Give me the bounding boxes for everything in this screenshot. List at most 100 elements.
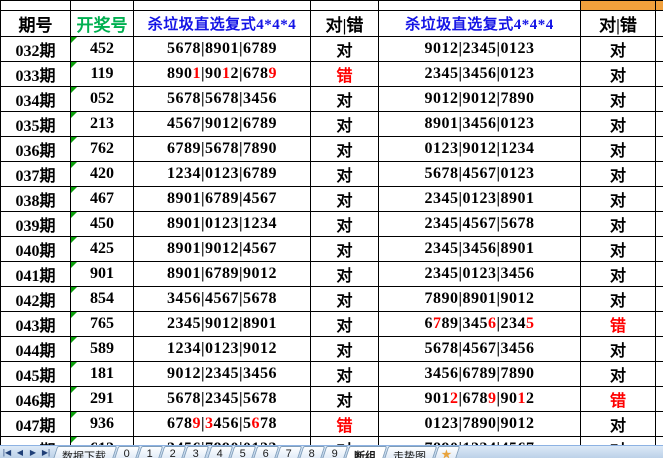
formula-cell-1[interactable]: 5678|8901|6789 [134, 37, 311, 62]
winning-number-cell[interactable]: 119 [71, 62, 134, 87]
formula-cell-2[interactable]: 9012|6789|9012 [379, 387, 581, 412]
sheet-tab-断组[interactable]: 断组 [343, 446, 387, 458]
result-cell-1[interactable]: 错 [311, 62, 379, 87]
formula-cell-1[interactable]: 6789|3456|5678 [134, 412, 311, 437]
result-cell-2[interactable]: 对 [581, 137, 656, 162]
spacer-cell[interactable] [134, 1, 311, 11]
winning-number-cell[interactable]: 854 [71, 287, 134, 312]
winning-number-cell[interactable]: 589 [71, 337, 134, 362]
extra-cell[interactable] [656, 187, 663, 212]
period-cell[interactable]: 044期 [1, 337, 71, 362]
period-cell[interactable]: 043期 [1, 312, 71, 337]
formula-cell-2[interactable]: 0123|7890|9012 [379, 412, 581, 437]
period-cell[interactable]: 038期 [1, 187, 71, 212]
sheet-tab-3[interactable]: 3 [181, 446, 210, 458]
result-cell-2[interactable]: 错 [581, 312, 656, 337]
period-cell[interactable]: 033期 [1, 62, 71, 87]
extra-cell[interactable] [656, 362, 663, 387]
extra-cell[interactable] [656, 212, 663, 237]
result-cell-1[interactable]: 对 [311, 312, 379, 337]
result-cell-1[interactable]: 对 [311, 112, 379, 137]
result-cell-1[interactable]: 对 [311, 162, 379, 187]
winning-number-cell[interactable]: 181 [71, 362, 134, 387]
period-cell[interactable]: 046期 [1, 387, 71, 412]
period-cell[interactable]: 034期 [1, 87, 71, 112]
formula-cell-2[interactable]: 2345|4567|5678 [379, 212, 581, 237]
formula-cell-2[interactable]: 0123|9012|1234 [379, 137, 581, 162]
period-cell[interactable]: 040期 [1, 237, 71, 262]
winning-number-cell[interactable]: 291 [71, 387, 134, 412]
formula-cell-2[interactable]: 2345|0123|8901 [379, 187, 581, 212]
winning-number-cell[interactable]: 425 [71, 237, 134, 262]
result-cell-1[interactable]: 对 [311, 237, 379, 262]
result-cell-2[interactable]: 对 [581, 62, 656, 87]
sheet-tab-走势图[interactable]: 走势图 [382, 446, 437, 458]
spacer-cell-orange[interactable] [656, 1, 663, 11]
formula-cell-1[interactable]: 8901|6789|9012 [134, 262, 311, 287]
result-cell-1[interactable]: 对 [311, 387, 379, 412]
header-result-2[interactable]: 对|错 [581, 11, 656, 37]
formula-cell-2[interactable]: 2345|3456|0123 [379, 62, 581, 87]
extra-cell[interactable] [656, 137, 663, 162]
result-cell-2[interactable]: 对 [581, 187, 656, 212]
spacer-cell[interactable] [1, 1, 71, 11]
formula-cell-2[interactable]: 5678|4567|3456 [379, 337, 581, 362]
formula-cell-1[interactable]: 8901|9012|6789 [134, 62, 311, 87]
result-cell-2[interactable]: 对 [581, 112, 656, 137]
period-cell[interactable]: 041期 [1, 262, 71, 287]
winning-number-cell[interactable]: 450 [71, 212, 134, 237]
header-winning-number[interactable]: 开奖号 [71, 11, 134, 37]
result-cell-2[interactable]: 对 [581, 162, 656, 187]
period-cell[interactable]: 045期 [1, 362, 71, 387]
winning-number-cell[interactable]: 467 [71, 187, 134, 212]
formula-cell-1[interactable]: 5678|5678|3456 [134, 87, 311, 112]
formula-cell-1[interactable]: 8901|6789|4567 [134, 187, 311, 212]
result-cell-1[interactable]: 错 [311, 412, 379, 437]
result-cell-2[interactable]: 对 [581, 37, 656, 62]
formula-cell-1[interactable]: 9012|2345|3456 [134, 362, 311, 387]
extra-cell[interactable] [656, 37, 663, 62]
next-sheet-button[interactable]: ▶ [27, 447, 39, 458]
first-sheet-button[interactable]: |◀ [1, 447, 13, 458]
extra-cell[interactable] [656, 162, 663, 187]
period-cell[interactable]: 035期 [1, 112, 71, 137]
formula-cell-1[interactable]: 5678|2345|5678 [134, 387, 311, 412]
formula-cell-2[interactable]: 9012|2345|0123 [379, 37, 581, 62]
formula-cell-2[interactable]: 5678|4567|0123 [379, 162, 581, 187]
result-cell-2[interactable]: 对 [581, 412, 656, 437]
period-cell[interactable]: 032期 [1, 37, 71, 62]
winning-number-cell[interactable]: 213 [71, 112, 134, 137]
formula-cell-2[interactable]: 3456|6789|7890 [379, 362, 581, 387]
result-cell-2[interactable]: 对 [581, 362, 656, 387]
period-cell[interactable]: 039期 [1, 212, 71, 237]
extra-cell[interactable] [656, 412, 663, 437]
extra-cell[interactable] [656, 112, 663, 137]
extra-cell[interactable] [656, 62, 663, 87]
result-cell-1[interactable]: 对 [311, 362, 379, 387]
extra-cell[interactable] [656, 262, 663, 287]
formula-cell-2[interactable]: 2345|0123|3456 [379, 262, 581, 287]
result-cell-2[interactable]: 对 [581, 237, 656, 262]
spacer-cell[interactable] [71, 1, 134, 11]
formula-cell-2[interactable]: 6789|3456|2345 [379, 312, 581, 337]
prev-sheet-button[interactable]: ◀ [14, 447, 26, 458]
result-cell-1[interactable]: 对 [311, 262, 379, 287]
period-cell[interactable]: 036期 [1, 137, 71, 162]
header-extra[interactable] [656, 11, 663, 37]
result-cell-1[interactable]: 对 [311, 137, 379, 162]
extra-cell[interactable] [656, 237, 663, 262]
result-cell-2[interactable]: 对 [581, 87, 656, 112]
spacer-cell[interactable] [379, 1, 581, 11]
formula-cell-1[interactable]: 3456|4567|5678 [134, 287, 311, 312]
formula-cell-1[interactable]: 8901|9012|4567 [134, 237, 311, 262]
header-formula-1[interactable]: 杀垃圾直选复式4*4*4 [134, 11, 311, 37]
result-cell-1[interactable]: 对 [311, 87, 379, 112]
extra-cell[interactable] [656, 387, 663, 412]
formula-cell-1[interactable]: 6789|5678|7890 [134, 137, 311, 162]
result-cell-1[interactable]: 对 [311, 287, 379, 312]
last-sheet-button[interactable]: ▶| [40, 447, 52, 458]
header-formula-2[interactable]: 杀垃圾直选复式4*4*4 [379, 11, 581, 37]
result-cell-1[interactable]: 对 [311, 337, 379, 362]
winning-number-cell[interactable]: 762 [71, 137, 134, 162]
spacer-cell[interactable] [311, 1, 379, 11]
